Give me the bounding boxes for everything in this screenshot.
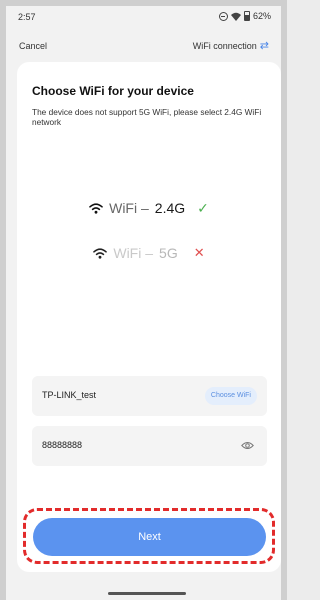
cancel-button[interactable]: Cancel	[19, 41, 47, 51]
status-icons: 62%	[218, 11, 271, 21]
nav-bar: Cancel WiFi connection ⇄	[6, 34, 281, 58]
cross-icon: ✕	[193, 245, 205, 260]
page-title: Choose WiFi for your device	[32, 84, 194, 98]
check-icon: ✓	[197, 199, 209, 216]
battery-percent: 62%	[252, 11, 271, 21]
band-5g-label: 5G	[159, 245, 178, 261]
password-field[interactable]: 88888888	[32, 426, 267, 466]
battery-icon	[243, 11, 250, 21]
band-2-4g-row: WiFi – 2.4G ✓	[17, 196, 281, 220]
do-not-disturb-icon	[218, 11, 228, 21]
wifi-card: Choose WiFi for your device The device d…	[17, 62, 281, 572]
status-bar: 2:57 62%	[6, 6, 281, 28]
band-5g-prefix: WiFi –	[113, 245, 154, 261]
wifi-icon	[93, 247, 108, 259]
next-button[interactable]: Next	[33, 518, 266, 556]
swap-icon: ⇄	[259, 39, 269, 52]
band-2-4g-prefix: WiFi –	[109, 200, 149, 216]
ssid-value[interactable]: TP-LINK_test	[42, 390, 96, 400]
password-value[interactable]: 88888888	[42, 440, 82, 450]
status-time: 2:57	[18, 12, 36, 22]
band-5g-row: WiFi – 5G ✕	[17, 241, 281, 265]
choose-wifi-button[interactable]: Choose WiFi	[204, 387, 257, 405]
ssid-field[interactable]: TP-LINK_test Choose WiFi	[32, 376, 267, 416]
wifi-connection-label: WiFi connection	[192, 41, 257, 51]
eye-icon[interactable]	[241, 441, 254, 450]
wifi-connection-link[interactable]: WiFi connection ⇄	[192, 39, 269, 52]
wifi-icon	[89, 202, 103, 214]
wifi-icon	[230, 12, 241, 21]
home-indicator[interactable]	[108, 592, 186, 595]
description-text: The device does not support 5G WiFi, ple…	[32, 107, 262, 127]
band-2-4g-label: 2.4G	[154, 200, 186, 216]
